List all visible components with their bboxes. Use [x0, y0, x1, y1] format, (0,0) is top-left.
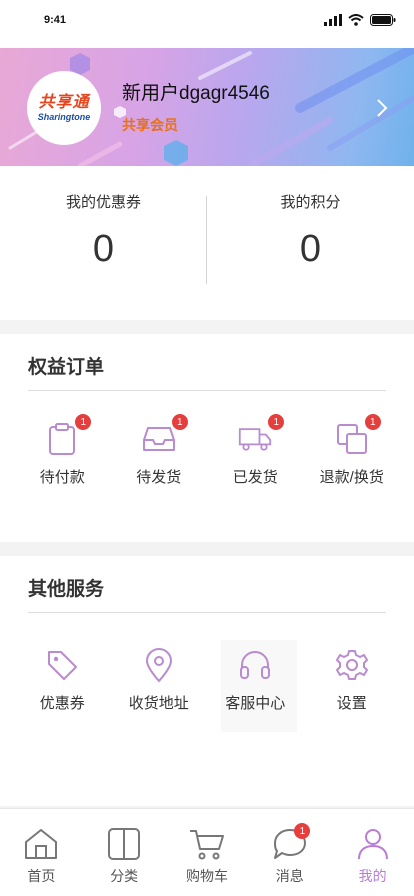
- location-pin-icon: [142, 648, 176, 683]
- home-icon: [25, 829, 58, 859]
- services-grid: 优惠券 收货地址 客服中心 设置: [14, 648, 400, 713]
- order-label: 已发货: [232, 469, 278, 486]
- service-customer-center[interactable]: 客服中心: [207, 648, 304, 713]
- wifi-icon: [348, 14, 364, 26]
- service-label: 设置: [336, 695, 367, 712]
- status-icons: [324, 14, 396, 26]
- signal-icon: [324, 14, 342, 26]
- gear-icon: [335, 648, 369, 682]
- badge: 1: [268, 414, 285, 430]
- coupons-label: 我的优惠券: [65, 194, 141, 211]
- service-label: 收货地址: [128, 695, 189, 712]
- member-level: 共享会员: [122, 117, 178, 133]
- orders-title: 权益订单: [28, 357, 105, 378]
- clipboard-icon: 1: [45, 414, 92, 456]
- coupons-value: 0: [92, 228, 115, 270]
- status-time: 9:41: [44, 14, 67, 26]
- tab-mine[interactable]: 我的: [331, 809, 414, 896]
- inbox-tray-icon: 1: [142, 414, 188, 456]
- chevron-right-icon[interactable]: [376, 98, 388, 118]
- tag-icon: [45, 648, 79, 682]
- service-label: 优惠券: [39, 695, 85, 712]
- order-label: 退款/换货: [319, 469, 384, 486]
- service-label: 客服中心: [225, 695, 286, 712]
- avatar[interactable]: 共享通 Sharingtone: [27, 71, 101, 145]
- tab-label: 分类: [110, 868, 139, 884]
- tab-cart[interactable]: 购物车: [166, 809, 249, 896]
- battery-icon: [370, 14, 396, 26]
- cart-icon: [189, 830, 224, 860]
- order-label: 待发货: [136, 469, 182, 486]
- tab-label: 消息: [275, 868, 304, 884]
- badge: 1: [171, 414, 188, 430]
- order-pending-shipment[interactable]: 1 待发货: [111, 414, 208, 487]
- tab-home[interactable]: 首页: [0, 809, 83, 896]
- services-section: 其他服务 优惠券 收货地址 客服中心 设置: [0, 556, 414, 806]
- order-pending-payment[interactable]: 1 待付款: [14, 414, 111, 487]
- coupons-stat[interactable]: 我的优惠券 0: [0, 166, 207, 320]
- order-shipped[interactable]: 1 已发货: [207, 414, 304, 487]
- orders-grid: 1 待付款 1 待发货 1 已发货 1 退款/换货: [14, 414, 401, 487]
- points-stat[interactable]: 我的积分 0: [207, 166, 414, 320]
- copy-squares-icon: 1: [335, 414, 381, 456]
- orders-section: 权益订单 1 待付款 1 待发货 1 已发货 1 退款/换货: [0, 334, 414, 542]
- user-icon: [357, 829, 388, 860]
- tab-label: 我的: [358, 868, 387, 884]
- service-coupons[interactable]: 优惠券: [14, 648, 111, 713]
- order-refund-exchange[interactable]: 1 退款/换货: [304, 414, 401, 487]
- badge: 1: [294, 823, 311, 839]
- headset-icon: [238, 648, 272, 682]
- tab-messages[interactable]: 1 消息: [248, 809, 331, 896]
- badge: 1: [364, 414, 381, 430]
- badge: 1: [75, 414, 92, 430]
- logo-text-en: Sharingtone: [37, 111, 91, 122]
- tab-label: 购物车: [185, 868, 228, 884]
- category-icon: [108, 828, 141, 860]
- points-label: 我的积分: [280, 194, 341, 211]
- order-label: 待付款: [39, 469, 85, 486]
- tab-category[interactable]: 分类: [83, 809, 166, 896]
- service-settings[interactable]: 设置: [304, 648, 401, 713]
- profile-banner[interactable]: 共享通 Sharingtone 新用户dgagr4546 共享会员: [0, 48, 414, 166]
- section-divider: [28, 612, 386, 613]
- services-title: 其他服务: [28, 579, 105, 600]
- points-value: 0: [299, 228, 322, 270]
- status-bar: 9:41: [0, 0, 414, 48]
- truck-icon: 1: [238, 414, 285, 456]
- username: 新用户dgagr4546: [122, 83, 270, 104]
- tab-label: 首页: [27, 868, 56, 884]
- logo-text-cn: 共享通: [38, 93, 90, 111]
- service-address[interactable]: 收货地址: [111, 648, 208, 713]
- section-divider: [28, 390, 386, 391]
- stats-panel: 我的优惠券 0 我的积分 0: [0, 166, 414, 320]
- tab-bar: 首页 分类 购物车 1 消息 我的: [0, 808, 414, 896]
